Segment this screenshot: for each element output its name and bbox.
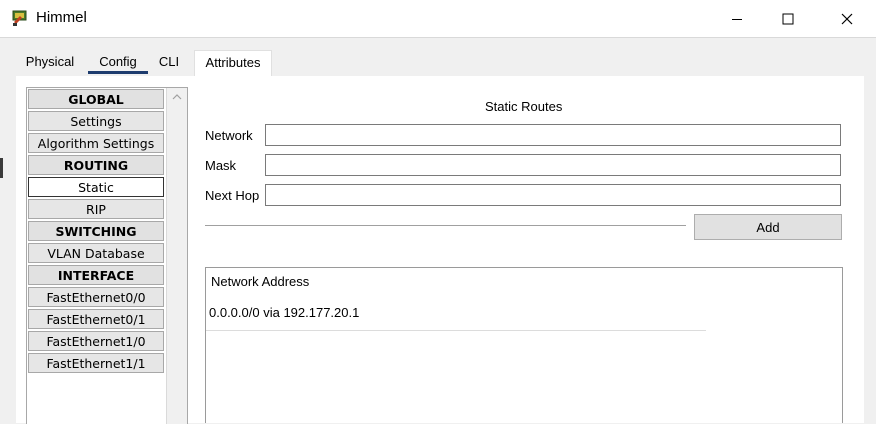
title-bar: Himmel: [0, 0, 876, 37]
sidebar-header-switching: SWITCHING: [28, 221, 164, 241]
add-button[interactable]: Add: [694, 214, 842, 240]
next-hop-input[interactable]: [265, 184, 841, 206]
section-title: Static Routes: [485, 99, 563, 114]
minimize-button[interactable]: [714, 0, 760, 37]
sidebar-header-global: GLOBAL: [28, 89, 164, 109]
sidebar-header-interface: INTERFACE: [28, 265, 164, 285]
close-button[interactable]: [824, 0, 870, 37]
active-tab-indicator: [88, 71, 148, 74]
route-table-header: Network Address: [211, 274, 310, 289]
sidebar-item-static[interactable]: Static: [28, 177, 164, 197]
tab-attributes[interactable]: Attributes: [194, 50, 272, 77]
sidebar-item-fastethernet0-0[interactable]: FastEthernet0/0: [28, 287, 164, 307]
maximize-button[interactable]: [765, 0, 811, 37]
sidebar-item-settings[interactable]: Settings: [28, 111, 164, 131]
form-separator: [205, 225, 686, 227]
sidebar-item-algorithm-settings[interactable]: Algorithm Settings: [28, 133, 164, 153]
sidebar-item-fastethernet0-1[interactable]: FastEthernet0/1: [28, 309, 164, 329]
sidebar-scrollbar[interactable]: [166, 88, 187, 424]
network-label: Network: [205, 128, 253, 143]
sidebar-header-routing: ROUTING: [28, 155, 164, 175]
mask-label: Mask: [205, 158, 237, 173]
tab-config-label: Config: [99, 54, 137, 69]
tab-config[interactable]: Config: [88, 50, 148, 76]
chevron-up-icon: [172, 94, 182, 100]
route-entry[interactable]: 0.0.0.0/0 via 192.177.20.1: [206, 301, 706, 331]
sidebar-item-vlan-database[interactable]: VLAN Database: [28, 243, 164, 263]
window-title: Himmel: [36, 9, 87, 26]
config-sidebar: GLOBAL Settings Algorithm Settings ROUTI…: [26, 87, 188, 424]
scroll-up-button[interactable]: [167, 88, 187, 106]
window-edge: [0, 158, 3, 178]
tab-physical[interactable]: Physical: [18, 50, 82, 76]
sidebar-item-rip[interactable]: RIP: [28, 199, 164, 219]
route-table: Network Address 0.0.0.0/0 via 192.177.20…: [205, 267, 843, 423]
network-input[interactable]: [265, 124, 841, 146]
router-device-icon: [12, 10, 27, 26]
sidebar-item-fastethernet1-0[interactable]: FastEthernet1/0: [28, 331, 164, 351]
maximize-icon: [782, 13, 794, 24]
minimize-icon: [732, 18, 742, 20]
close-icon: [841, 13, 853, 24]
mask-input[interactable]: [265, 154, 841, 176]
next-hop-label: Next Hop: [205, 188, 260, 203]
sidebar-item-fastethernet1-1[interactable]: FastEthernet1/1: [28, 353, 164, 373]
tab-cli[interactable]: CLI: [150, 50, 188, 76]
